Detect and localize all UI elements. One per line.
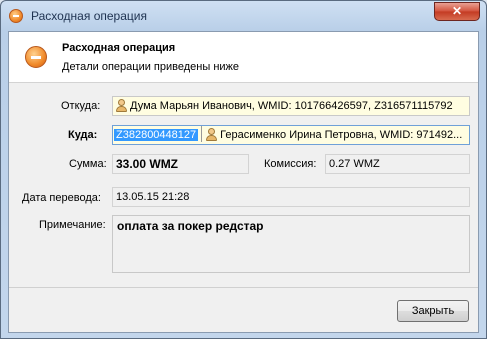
date-label: Дата перевода:: [22, 192, 101, 204]
operation-window: Расходная операция ✕ Расходная операция …: [0, 0, 487, 339]
app-icon: [9, 9, 23, 23]
window-title: Расходная операция: [31, 9, 147, 23]
outgoing-operation-icon: [25, 46, 47, 68]
to-label: Куда:: [68, 129, 98, 141]
note-field[interactable]: оплата за покер редстар: [112, 215, 470, 273]
date-field[interactable]: 13.05.15 21:28: [112, 187, 470, 207]
title-bar[interactable]: Расходная операция ✕: [1, 1, 486, 31]
user-icon: [116, 99, 127, 112]
user-icon: [206, 128, 218, 141]
footer-divider: [9, 287, 478, 288]
header-title: Расходная операция: [62, 42, 176, 54]
note-label: Примечание:: [39, 219, 106, 231]
from-field[interactable]: Дума Марьян Иванович, WMID: 101766426597…: [112, 96, 470, 116]
to-field[interactable]: Z382800448127 Герасименко Ирина Петровна,…: [112, 125, 470, 145]
amount-field[interactable]: 33.00 WMZ: [112, 154, 249, 174]
close-button[interactable]: Закрыть: [397, 300, 469, 322]
to-purse-selected[interactable]: Z382800448127: [114, 129, 199, 141]
window-close-button[interactable]: ✕: [434, 2, 480, 21]
commission-label: Комиссия:: [264, 158, 317, 170]
commission-field[interactable]: 0.27 WMZ: [325, 154, 470, 174]
field-separator: [201, 126, 203, 142]
from-label: Откуда:: [61, 100, 101, 112]
header-subtitle: Детали операции приведены ниже: [62, 61, 240, 73]
amount-label: Сумма:: [69, 158, 107, 170]
from-value: Дума Марьян Иванович, WMID: 101766426597…: [130, 100, 453, 112]
dialog-body: Расходная операция Детали операции приве…: [8, 31, 479, 333]
to-value: Герасименко Ирина Петровна, WMID: 971492…: [220, 129, 463, 141]
dialog-header: Расходная операция Детали операции приве…: [9, 32, 478, 83]
